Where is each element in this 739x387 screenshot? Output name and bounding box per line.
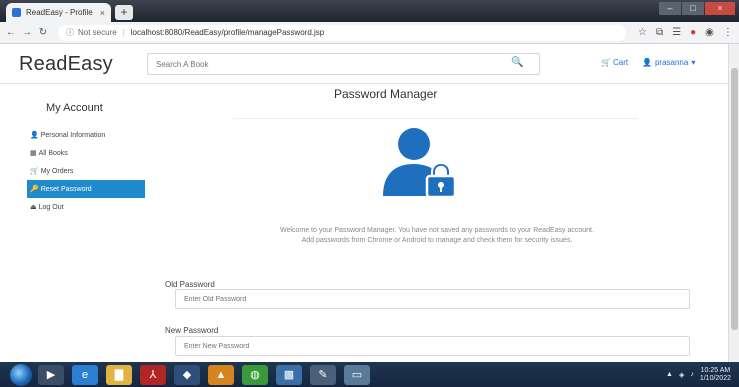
cart-icon: 🛒 (30, 168, 39, 175)
search-icon[interactable]: 🔍 (511, 57, 523, 68)
user-name: prasanna (654, 58, 689, 67)
tab-close-button[interactable]: × (100, 8, 105, 18)
media-player-icon[interactable]: ▶ (38, 364, 64, 385)
sidebar-title: My Account (46, 102, 103, 114)
sidebar-item-label: Log Out (38, 203, 64, 211)
chevron-down-icon: ▾ (691, 58, 696, 67)
user-icon: 👤 (642, 58, 652, 67)
vlc-icon[interactable]: ▲ (208, 364, 234, 385)
file-explorer-icon[interactable]: ▇ (106, 364, 132, 385)
search-input[interactable] (147, 53, 540, 75)
minimize-button[interactable]: – (659, 2, 681, 15)
welcome-line-2: Add passwords from Chrome or Android to … (301, 237, 573, 244)
welcome-message: Welcome to your Password Manager. You ha… (222, 226, 652, 246)
page-title: Password Manager (334, 87, 438, 101)
tool-icon[interactable]: ✎ (310, 364, 336, 385)
app-icon[interactable]: ◆ (174, 364, 200, 385)
browser-tab[interactable]: ReadEasy - Profile × (6, 3, 111, 22)
cart-icon: 🛒 (601, 58, 611, 67)
photos-icon[interactable]: ▩ (276, 364, 302, 385)
system-tray: ▲ ◈ ♪ 10:25 AM 1/10/2022 (666, 367, 739, 383)
site-navbar: ReadEasy 🔍 🛒 Cart 👤 prasanna ▾ (0, 44, 728, 84)
user-lock-icon (383, 128, 457, 198)
new-tab-button[interactable]: + (115, 5, 133, 20)
browser-toolbar: ← → ↻ ⓘ Not secure | localhost:8080/Read… (0, 22, 739, 44)
tray-arrow-icon[interactable]: ▲ (666, 371, 673, 378)
logout-icon: ⏏ (30, 204, 37, 211)
browser-extensions: ☆ ⧉ ☰ ● ◉ ⋮ (638, 27, 733, 38)
favicon-icon (12, 8, 21, 17)
sidebar-menu: 👤 Personal Information ▦ All Books 🛒 My … (27, 126, 145, 216)
sidebar-item-reset-password[interactable]: 🔑 Reset Password (27, 180, 145, 198)
sidebar-item-label: Reset Password (40, 185, 92, 193)
reading-list-icon[interactable]: ☰ (672, 27, 681, 38)
site-logo[interactable]: ReadEasy (19, 53, 113, 76)
extension-icon[interactable]: ⧉ (656, 27, 663, 38)
user-icon: 👤 (30, 132, 39, 139)
chrome-icon[interactable]: ◍ (242, 364, 268, 385)
menu-kebab-icon[interactable]: ⋮ (723, 27, 733, 38)
welcome-line-1: Welcome to your Password Manager. You ha… (280, 227, 594, 234)
url-text: localhost:8080/ReadEasy/profile/managePa… (130, 28, 325, 37)
tab-title: ReadEasy - Profile (26, 8, 93, 17)
sidebar-item-all-books[interactable]: ▦ All Books (27, 144, 145, 162)
window-icon[interactable]: ▭ (344, 364, 370, 385)
browser-tabstrip: ReadEasy - Profile × + – □ × (0, 0, 739, 22)
maximize-button[interactable]: □ (682, 2, 704, 15)
window-controls: – □ × (659, 2, 735, 15)
key-icon: 🔑 (30, 186, 39, 193)
back-button[interactable]: ← (4, 27, 18, 38)
web-page: ReadEasy 🔍 🛒 Cart 👤 prasanna ▾ My Accoun… (0, 44, 739, 362)
book-icon: ▦ (30, 150, 37, 157)
clock-date: 1/10/2022 (699, 374, 731, 382)
scrollbar-thumb[interactable] (731, 68, 738, 330)
address-bar[interactable]: ⓘ Not secure | localhost:8080/ReadEasy/p… (58, 24, 626, 41)
sidebar-item-label: My Orders (40, 167, 74, 175)
page-scrollbar[interactable] (728, 44, 739, 362)
reload-button[interactable]: ↻ (36, 27, 50, 38)
system-clock[interactable]: 10:25 AM 1/10/2022 (700, 367, 731, 383)
sidebar-item-personal-info[interactable]: 👤 Personal Information (27, 126, 145, 144)
window-close-button[interactable]: × (705, 2, 735, 15)
start-button[interactable] (10, 363, 32, 386)
network-icon[interactable]: ◈ (679, 371, 684, 379)
cart-link[interactable]: 🛒 Cart (601, 58, 628, 67)
sidebar-item-logout[interactable]: ⏏ Log Out (27, 198, 145, 216)
sidebar-item-my-orders[interactable]: 🛒 My Orders (27, 162, 145, 180)
clock-time: 10:25 AM (700, 366, 731, 374)
os-taskbar: ▶ e ▇ ⅄ ◆ ▲ ◍ ▩ ✎ ▭ ▲ ◈ ♪ 10:25 AM 1/10/… (0, 362, 739, 387)
sidebar-item-label: All Books (38, 149, 68, 157)
cart-label: Cart (612, 58, 629, 67)
sidebar-item-label: Personal Information (40, 131, 106, 139)
bookmark-star-icon[interactable]: ☆ (638, 27, 647, 38)
address-separator: | (122, 28, 125, 37)
security-label: Not secure (78, 28, 117, 37)
new-password-field[interactable] (175, 336, 690, 356)
new-password-label: New Password (165, 326, 219, 335)
internet-explorer-icon[interactable]: e (72, 364, 98, 385)
volume-icon[interactable]: ♪ (690, 371, 694, 378)
old-password-label: Old Password (165, 280, 215, 289)
profile-icon[interactable]: ◉ (705, 27, 714, 38)
title-divider (233, 118, 638, 119)
site-info-icon[interactable]: ⓘ (66, 27, 74, 38)
old-password-field[interactable] (175, 289, 690, 309)
forward-button[interactable]: → (20, 27, 34, 38)
acrobat-icon[interactable]: ⅄ (140, 364, 166, 385)
extension-red-icon[interactable]: ● (690, 27, 696, 38)
user-menu[interactable]: 👤 prasanna ▾ (642, 58, 695, 67)
